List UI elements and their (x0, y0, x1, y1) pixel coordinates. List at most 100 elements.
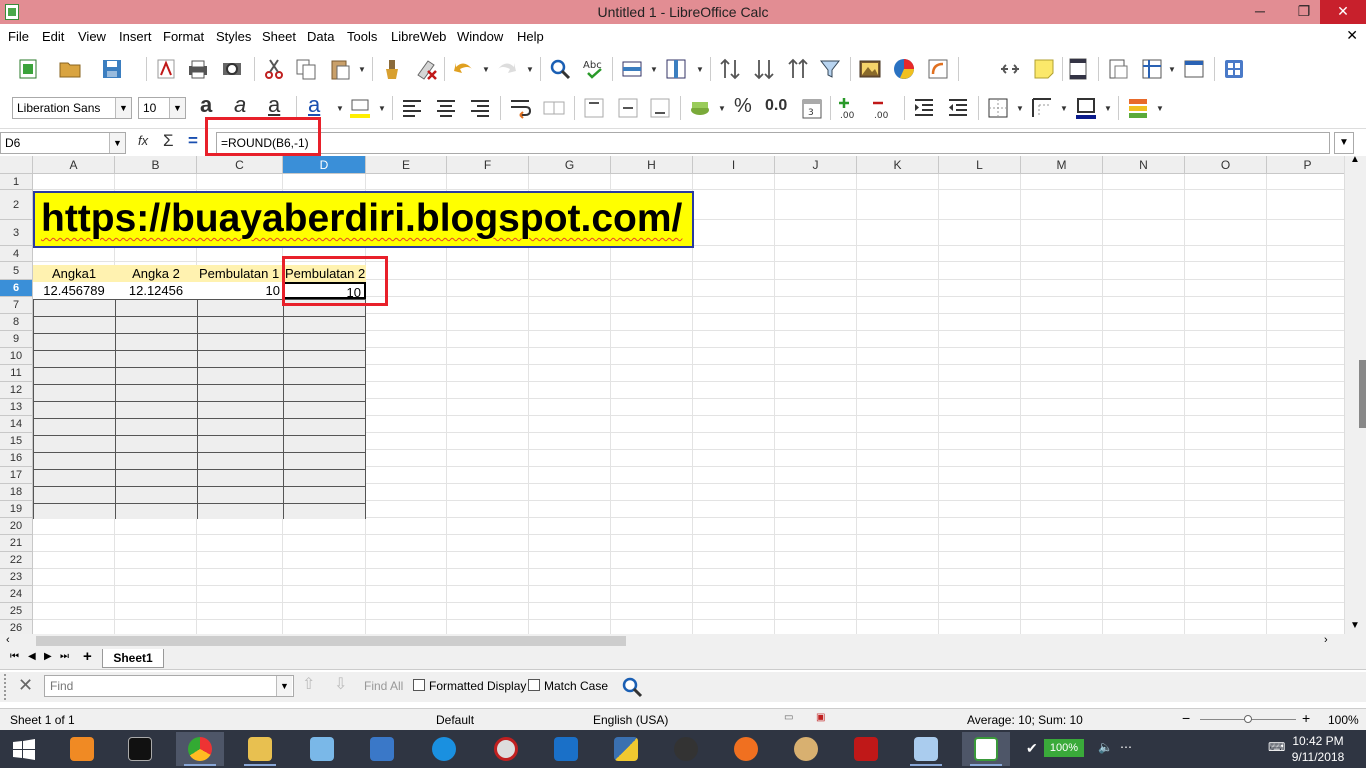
row-header-9[interactable]: 9 (0, 331, 33, 348)
find-replace-icon[interactable] (620, 675, 644, 699)
font-color-icon[interactable]: a (308, 92, 320, 118)
menu-format[interactable]: Format (163, 29, 204, 44)
find-replace-icon[interactable] (548, 57, 572, 81)
name-box[interactable]: D6 ▼ (0, 132, 126, 154)
column-header-a[interactable]: A (33, 156, 115, 174)
defender-tray-icon[interactable]: ✔ (1026, 740, 1038, 757)
page-style[interactable]: Default (436, 713, 474, 727)
underline-icon[interactable]: a (268, 92, 280, 118)
row-header-7[interactable]: 7 (0, 297, 33, 314)
chevron-down-icon[interactable]: ▼ (115, 98, 131, 118)
cell-C5[interactable]: Pembulatan 1 (197, 265, 283, 282)
copy-icon[interactable] (294, 57, 318, 81)
formula-icon[interactable]: = (188, 131, 198, 151)
cell-A6[interactable]: 12.456789 (33, 282, 115, 299)
column-header-p[interactable]: P (1267, 156, 1344, 174)
column-header-b[interactable]: B (115, 156, 197, 174)
row-header-3[interactable]: 3 (0, 220, 33, 246)
banner-cell[interactable]: https://buayaberdiri.blogspot.com/ (33, 191, 694, 248)
select-all-corner[interactable] (0, 156, 33, 174)
cell-A5[interactable]: Angka1 (33, 265, 115, 282)
taskbar-compass[interactable] (482, 732, 530, 766)
menu-file[interactable]: File (8, 29, 29, 44)
save-icon[interactable] (100, 57, 124, 81)
sum-info[interactable]: Average: 10; Sum: 10 (967, 713, 1083, 727)
close-button[interactable]: ✕ (1320, 0, 1366, 24)
find-all-button[interactable]: Find All (364, 679, 403, 693)
taskbar-keyboard[interactable] (358, 732, 406, 766)
column-header-o[interactable]: O (1185, 156, 1267, 174)
row-header-18[interactable]: 18 (0, 484, 33, 501)
row-header-21[interactable]: 21 (0, 535, 33, 552)
add-sheet-icon[interactable]: + (83, 648, 92, 665)
redo-icon[interactable] (494, 57, 518, 81)
taskbar-clock[interactable]: 10:42 PM 9/11/2018 (1288, 733, 1348, 765)
align-top-icon[interactable] (582, 96, 606, 120)
row-header-8[interactable]: 8 (0, 314, 33, 331)
row-header-1[interactable]: 1 (0, 174, 33, 190)
taskbar-file-explorer[interactable] (236, 732, 284, 766)
expand-formula-icon[interactable]: ▼ (1334, 132, 1354, 154)
cell-B6[interactable]: 12.12456 (115, 282, 197, 299)
sort-ascending-icon[interactable] (752, 57, 776, 81)
borders-icon[interactable] (986, 96, 1010, 120)
taskbar-python[interactable] (602, 732, 650, 766)
find-input[interactable]: Find (44, 675, 294, 697)
volume-icon[interactable]: 🔈 (1098, 740, 1113, 754)
print-preview-icon[interactable] (220, 57, 244, 81)
cell-B5[interactable]: Angka 2 (115, 265, 197, 282)
chevron-down-icon[interactable]: ▼ (169, 98, 185, 118)
currency-format-icon[interactable] (688, 96, 712, 120)
border-style-icon[interactable] (1030, 96, 1054, 120)
cell-C6[interactable]: 10 (197, 282, 283, 299)
row-header-10[interactable]: 10 (0, 348, 33, 365)
taskbar-garena[interactable] (842, 732, 890, 766)
autofilter-icon[interactable] (818, 57, 842, 81)
export-pdf-icon[interactable] (154, 57, 178, 81)
scroll-right-icon[interactable]: › (1324, 634, 1328, 646)
column-header-k[interactable]: K (857, 156, 939, 174)
row-header-6[interactable]: 6 (0, 280, 33, 297)
decrease-indent-icon[interactable] (946, 96, 970, 120)
merge-center-icon[interactable] (542, 96, 566, 120)
increase-indent-icon[interactable] (912, 96, 936, 120)
row-header-15[interactable]: 15 (0, 433, 33, 450)
pivot-table-icon[interactable] (926, 57, 950, 81)
insert-chart-icon[interactable] (892, 57, 916, 81)
menu-data[interactable]: Data (307, 29, 334, 44)
vertical-scroll-thumb[interactable] (1359, 360, 1366, 428)
align-left-icon[interactable] (400, 96, 424, 120)
menu-tools[interactable]: Tools (347, 29, 377, 44)
scroll-down-icon[interactable]: ▼ (1350, 620, 1360, 631)
horizontal-scrollbar[interactable]: ‹ › (0, 634, 1366, 648)
row-header-22[interactable]: 22 (0, 552, 33, 569)
menu-styles[interactable]: Styles (216, 29, 251, 44)
open-icon[interactable] (58, 57, 82, 81)
language[interactable]: English (USA) (593, 713, 668, 727)
taskbar-nox[interactable] (662, 732, 710, 766)
chevron-down-icon[interactable]: ▼ (276, 676, 292, 696)
split-window-icon[interactable] (1182, 57, 1206, 81)
column-header-c[interactable]: C (197, 156, 283, 174)
print-icon[interactable] (186, 57, 210, 81)
taskbar-defender[interactable] (542, 732, 590, 766)
align-right-icon[interactable] (468, 96, 492, 120)
column-header-e[interactable]: E (366, 156, 447, 174)
menu-help[interactable]: Help (517, 29, 544, 44)
minimize-button[interactable]: ─ (1240, 0, 1280, 24)
spreadsheet-grid[interactable]: ABCDEFGHIJKLMNOP 1 2 3 4 5 6 7 8 9 10 11 12 13 14 15 16… (0, 156, 1344, 634)
row-header-20[interactable]: 20 (0, 518, 33, 535)
column-header-l[interactable]: L (939, 156, 1021, 174)
row-header-5[interactable]: 5 (0, 262, 33, 280)
previous-sheet-icon[interactable]: ◀ (28, 651, 36, 662)
match-case-checkbox[interactable] (528, 679, 540, 691)
italic-icon[interactable]: a (234, 92, 246, 118)
clear-formatting-icon[interactable] (414, 57, 438, 81)
chevron-down-icon[interactable]: ▼ (109, 133, 125, 153)
close-find-bar-icon[interactable]: ✕ (18, 675, 33, 696)
function-wizard-icon[interactable]: fx (138, 133, 148, 148)
scroll-left-icon[interactable]: ‹ (6, 634, 10, 646)
sort-icon[interactable] (718, 57, 742, 81)
sort-descending-icon[interactable] (786, 57, 810, 81)
percent-format-icon[interactable]: % (734, 95, 752, 118)
